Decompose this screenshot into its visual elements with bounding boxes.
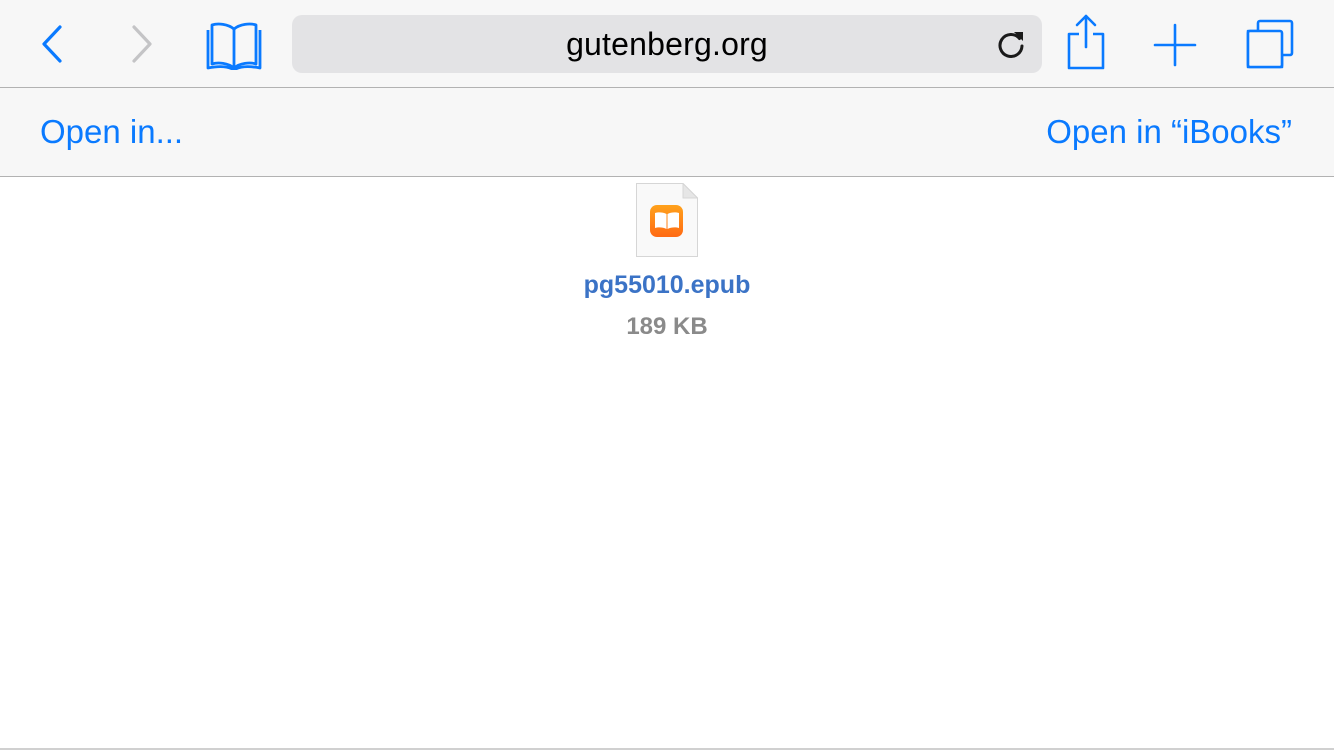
forward-button[interactable] [118, 20, 166, 68]
bookmarks-button[interactable] [204, 18, 264, 72]
open-book-icon [206, 22, 262, 70]
chevron-left-icon [42, 25, 62, 63]
file-name-link[interactable]: pg55010.epub [0, 271, 1334, 300]
back-button[interactable] [28, 20, 76, 68]
tabs-button[interactable] [1240, 18, 1298, 70]
address-bar[interactable]: gutenberg.org [292, 15, 1042, 73]
download-content: pg55010.epub 189 KB [0, 177, 1334, 750]
reload-button[interactable] [994, 27, 1028, 61]
browser-toolbar: gutenberg.org [0, 0, 1334, 88]
new-tab-button[interactable] [1150, 20, 1200, 70]
safari-screen: gutenberg.org Open in... Open in “iBooks… [0, 0, 1334, 750]
open-in-ibooks-button[interactable]: Open in “iBooks” [1046, 88, 1292, 176]
share-icon [1067, 14, 1105, 70]
chevron-right-icon [132, 25, 152, 63]
reload-icon [998, 32, 1024, 58]
download-action-bar: Open in... Open in “iBooks” [0, 88, 1334, 177]
plus-icon [1153, 23, 1197, 67]
ibooks-document-icon[interactable] [635, 182, 699, 258]
file-size-label: 189 KB [626, 313, 708, 340]
open-in-button[interactable]: Open in... [40, 88, 183, 176]
share-button[interactable] [1060, 12, 1112, 72]
address-text: gutenberg.org [566, 25, 768, 62]
tabs-icon [1246, 19, 1294, 69]
